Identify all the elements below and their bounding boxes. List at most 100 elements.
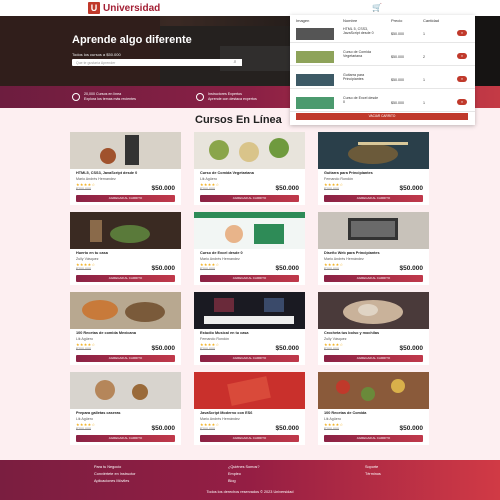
cart-row: HTML 5, CSS3, JavaScript desde 0 $50.000… [290,25,475,43]
cart-icon[interactable]: 🛒 [372,3,382,12]
cart-thumbnail [296,28,334,40]
add-to-cart-button[interactable]: AGREGAR AL CARRITO [76,435,175,442]
course-image [70,132,181,169]
old-price: $200.000 [200,187,215,191]
course-price: $50.000 [399,425,424,432]
course-price: $50.000 [151,185,176,192]
course-author: Lik Agüero [324,417,341,421]
cart-item-qty: 1 [423,32,425,36]
course-author: Lik Agüero [76,337,93,341]
course-card: Huerto en tu casa Zully Vásquez ★★★★☆ $2… [70,212,181,285]
footer-link[interactable]: ¿Quiénes Somos? [228,465,259,469]
cart-row: Guitarra para Principiantes $50.000 1 × [290,71,475,89]
footer-link[interactable]: Para tu Negocio [94,465,136,469]
course-card: Prepara galletas caseras Lik Agüero ★★★★… [70,372,181,445]
footer-column: ¿Quiénes Somos? Empleo Blog [228,465,259,483]
course-author: Mario Andrés Hernandez [76,177,116,181]
old-price: $200.000 [200,267,215,271]
course-price: $50.000 [275,345,300,352]
course-price: $50.000 [399,185,424,192]
add-to-cart-button[interactable]: AGREGAR AL CARRITO [200,275,299,282]
feature-line2: Aprende con destaca expertos [208,96,257,101]
course-title: Curso de Comida Vegetariana [200,171,254,175]
cart-header-name: Nombre [343,18,358,23]
footer-column: Para tu Negocio Conviértete en Instructo… [94,465,136,483]
logo[interactable]: U Universidad [88,2,160,14]
add-to-cart-button[interactable]: AGREGAR AL CARRITO [76,195,175,202]
add-to-cart-button[interactable]: AGREGAR AL CARRITO [200,355,299,362]
course-image [70,292,181,329]
old-price: $200.000 [324,187,339,191]
course-card: HTML5, CSS3, JavaScript desde 0 Mario An… [70,132,181,205]
course-image [318,292,429,329]
course-card: Crocheta tus bolso y mochilas Zully Vásq… [318,292,429,365]
cart-header-image: Imagen [296,18,310,23]
cart-item-price: $50.000 [391,55,404,59]
course-title: Prepara galletas caseras [76,411,121,415]
course-author: Mario Andrés Hernández [200,417,240,421]
course-price: $50.000 [151,345,176,352]
course-price: $50.000 [275,265,300,272]
search-input[interactable]: Que te gustaría Aprender [72,59,242,66]
footer-link[interactable]: Aplicaciones Móviles [94,479,136,483]
cart-item-price: $50.000 [391,32,404,36]
course-author: Zully Vásquez [76,257,99,261]
search-placeholder: Que te gustaría Aprender [76,60,116,65]
cart-thumbnail [296,51,334,63]
add-to-cart-button[interactable]: AGREGAR AL CARRITO [324,355,423,362]
remove-item-button[interactable]: × [457,99,467,105]
add-to-cart-button[interactable]: AGREGAR AL CARRITO [76,275,175,282]
course-image [318,372,429,409]
feature-line2: Explora los temas más recientes [84,96,136,101]
cart-header-qty: Cantidad [423,18,440,23]
cart-item-qty: 1 [423,78,425,82]
old-price: $200.000 [200,427,215,431]
add-to-cart-button[interactable]: AGREGAR AL CARRITO [200,195,299,202]
course-title: Huerto en tu casa [76,251,108,255]
feature-instructors: Instructores Expertos Aprende con destac… [196,92,257,101]
course-title: Guitarra para Principiantes [324,171,373,175]
cart-item-name: Curso de Comida Vegetariana [343,50,371,59]
cart-item-name: HTML 5, CSS3, JavaScript desde 0 [343,27,374,36]
remove-item-button[interactable]: × [457,76,467,82]
logo-mark: U [88,2,100,14]
remove-item-button[interactable]: × [457,53,467,59]
footer-link[interactable]: Conviértete en Instructor [94,472,136,476]
feature-courses: 20,000 Cursos en línea Explora los temas… [72,92,136,101]
cart-item-qty: 1 [423,101,425,105]
remove-item-button[interactable]: × [457,30,467,36]
add-to-cart-button[interactable]: AGREGAR AL CARRITO [324,195,423,202]
search-icon[interactable]: ⌕ [228,59,242,66]
footer: Para tu Negocio Conviértete en Instructo… [0,460,500,500]
footer-link[interactable]: Empleo [228,472,259,476]
course-card: Curso de Comida Vegetariana Lik Agüero ★… [194,132,305,205]
course-author: Mario Andrés Hernandez [200,257,240,261]
add-to-cart-button[interactable]: AGREGAR AL CARRITO [324,275,423,282]
course-card: Curso de Excel desde 0 Mario Andrés Hern… [194,212,305,285]
course-title: JavaScript Moderno con ES6 [200,411,253,415]
footer-column: Soporte Términos [365,465,381,476]
course-card: JavaScript Moderno con ES6 Mario Andrés … [194,372,305,445]
course-image [194,212,305,249]
instructor-icon [196,92,204,101]
footer-link[interactable]: Soporte [365,465,381,469]
course-card: Guitarra para Principiantes Fernando Ron… [318,132,429,205]
course-author: Lik Agüero [76,417,93,421]
course-price: $50.000 [399,265,424,272]
course-image [70,372,181,409]
old-price: $200.000 [76,347,91,351]
course-author: Lik Agüero [200,177,217,181]
cart-thumbnail [296,97,334,109]
course-image [194,372,305,409]
add-to-cart-button[interactable]: AGREGAR AL CARRITO [200,435,299,442]
footer-link[interactable]: Términos [365,472,381,476]
cart-thumbnail [296,74,334,86]
footer-link[interactable]: Blog [228,479,259,483]
old-price: $200.000 [324,267,339,271]
add-to-cart-button[interactable]: AGREGAR AL CARRITO [76,355,175,362]
course-card: 100 Recetas de comida Mexicana Lik Agüer… [70,292,181,365]
course-title: Crocheta tus bolso y mochilas [324,331,380,335]
section-title: Cursos En Línea [195,114,282,126]
add-to-cart-button[interactable]: AGREGAR AL CARRITO [324,435,423,442]
empty-cart-button[interactable]: VACIAR CARRITO [296,113,468,120]
